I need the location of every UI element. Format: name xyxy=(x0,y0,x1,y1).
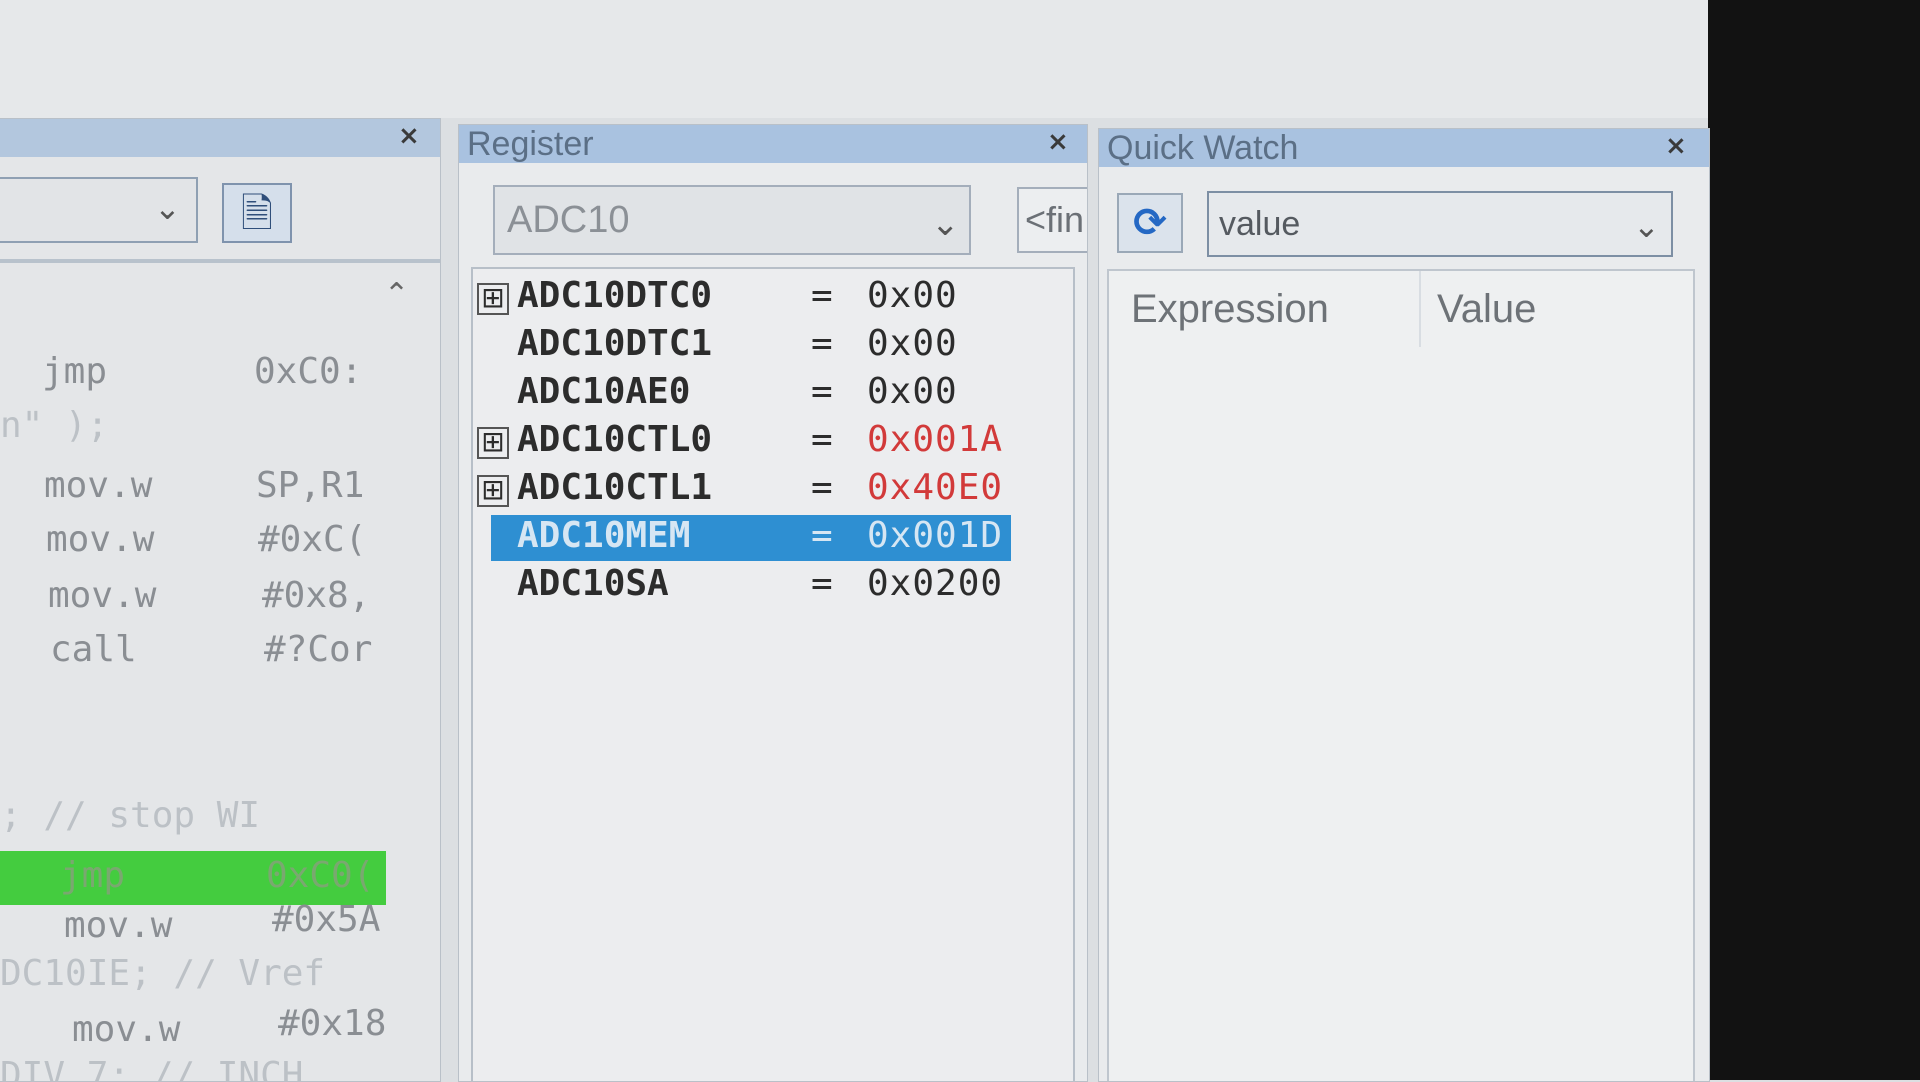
register-equals: = xyxy=(811,563,833,604)
disassembly-location-dropdown[interactable]: ⌄ xyxy=(0,177,198,243)
screen-bezel xyxy=(1708,0,1920,1080)
disasm-comment: n" ); xyxy=(0,405,109,446)
disasm-mnemonic: mov.w xyxy=(64,905,173,946)
register-row[interactable]: ⊞ ADC10CTL1 = 0x40E0 xyxy=(473,467,1073,513)
register-row[interactable]: ADC10AE0 = 0x00 xyxy=(473,371,1073,417)
plus-box-icon[interactable]: ⊞ xyxy=(477,283,509,315)
register-name: ADC10DTC1 xyxy=(517,323,713,364)
disasm-mnemonic: mov.w xyxy=(48,575,157,616)
disasm-operand: 0xC0: xyxy=(254,351,363,392)
register-find-input[interactable]: <fin xyxy=(1017,187,1087,253)
disasm-mnemonic: call xyxy=(50,629,137,670)
quick-watch-expression-input[interactable]: value ⌄ xyxy=(1207,191,1673,257)
register-name: ADC10CTL0 xyxy=(517,419,713,460)
register-value[interactable]: 0x00 xyxy=(867,371,958,412)
disasm-operand: 0xC0( xyxy=(266,855,375,896)
column-divider[interactable] xyxy=(1419,271,1421,347)
plus-box-icon[interactable]: ⊞ xyxy=(477,427,509,459)
disasm-mnemonic: mov.w xyxy=(44,465,153,506)
disasm-operand: #0x5A xyxy=(272,899,381,940)
divider xyxy=(0,259,440,263)
register-equals: = xyxy=(811,515,833,556)
register-list: ⊞ ADC10DTC0 = 0x00 ADC10DTC1 = 0x00 ADC1… xyxy=(471,267,1075,1081)
current-instruction-highlight: jmp 0xC0( xyxy=(0,851,386,905)
register-value[interactable]: 0x0200 xyxy=(867,563,1003,604)
register-name: ADC10MEM xyxy=(517,515,691,556)
disasm-mnemonic: jmp xyxy=(60,855,126,896)
close-icon[interactable]: × xyxy=(398,121,420,151)
register-group-value: ADC10 xyxy=(507,199,630,241)
quick-watch-titlebar: Quick Watch xyxy=(1099,129,1709,167)
register-panel: Register × ADC10 ⌄ <fin ⊞ ADC10DTC0 = 0x… xyxy=(458,124,1088,1082)
disasm-operand: #0xC( xyxy=(258,519,367,560)
register-value[interactable]: 0x40E0 xyxy=(867,467,1003,508)
register-row[interactable]: ⊞ ADC10CTL0 = 0x001A xyxy=(473,419,1073,465)
disasm-operand: #?Cor xyxy=(264,629,373,670)
disassembly-titlebar xyxy=(0,119,440,157)
register-value[interactable]: 0x00 xyxy=(867,323,958,364)
disasm-operand: #0x18 xyxy=(278,1003,387,1044)
register-value[interactable]: 0x001D xyxy=(867,515,1003,556)
quick-watch-header: Expression Value xyxy=(1109,271,1693,347)
register-title: Register xyxy=(467,125,594,163)
disasm-comment: DIV_7; // INCH xyxy=(0,1055,304,1082)
chevron-down-icon: ⌄ xyxy=(931,204,960,244)
close-icon[interactable]: × xyxy=(1047,127,1069,157)
register-row[interactable]: ADC10DTC1 = 0x00 xyxy=(473,323,1073,369)
disasm-comment: DC10IE; // Vref xyxy=(0,953,326,994)
column-header-value[interactable]: Value xyxy=(1437,287,1536,332)
disasm-mnemonic: jmp xyxy=(42,351,108,392)
register-value[interactable]: 0x00 xyxy=(867,275,958,316)
disasm-mnemonic: mov.w xyxy=(72,1009,181,1050)
register-row[interactable]: ⊞ ADC10DTC0 = 0x00 xyxy=(473,275,1073,321)
top-strip xyxy=(0,0,1708,118)
quick-watch-title: Quick Watch xyxy=(1107,129,1299,167)
column-header-expression[interactable]: Expression xyxy=(1131,287,1329,332)
document-icon[interactable]: 🗎 xyxy=(222,183,292,243)
disasm-comment: ; // stop WI xyxy=(0,795,261,836)
register-equals: = xyxy=(811,371,833,412)
register-row[interactable]: ADC10SA = 0x0200 xyxy=(473,563,1073,609)
disasm-operand: SP,R1 xyxy=(256,465,365,506)
register-name: ADC10AE0 xyxy=(517,371,691,412)
register-equals: = xyxy=(811,275,833,316)
register-name: ADC10CTL1 xyxy=(517,467,713,508)
close-icon[interactable]: × xyxy=(1665,131,1687,161)
disasm-operand: #0x8, xyxy=(262,575,371,616)
register-equals: = xyxy=(811,419,833,460)
disassembly-panel: × ⌄ 🗎 ⌃ jmp 0xC0: n" ); mov.w SP,R1 mov.… xyxy=(0,118,441,1082)
quick-watch-grid: Expression Value xyxy=(1107,269,1695,1081)
chevron-down-icon: ⌄ xyxy=(154,189,181,227)
disasm-mnemonic: mov.w xyxy=(46,519,155,560)
chevron-down-icon[interactable]: ⌄ xyxy=(1633,195,1660,257)
register-value[interactable]: 0x001A xyxy=(867,419,1003,460)
quick-watch-panel: Quick Watch × ⟳ value ⌄ Expression Value xyxy=(1098,128,1710,1082)
register-row-selected[interactable]: ADC10MEM = 0x001D xyxy=(473,515,1073,561)
register-equals: = xyxy=(811,467,833,508)
register-equals: = xyxy=(811,323,833,364)
scroll-up-icon[interactable]: ⌃ xyxy=(384,277,409,312)
quick-watch-expression-value: value xyxy=(1219,205,1301,243)
register-group-dropdown[interactable]: ADC10 ⌄ xyxy=(493,185,971,255)
register-titlebar: Register xyxy=(459,125,1087,163)
register-name: ADC10DTC0 xyxy=(517,275,713,316)
refresh-icon[interactable]: ⟳ xyxy=(1117,193,1183,253)
register-name: ADC10SA xyxy=(517,563,669,604)
plus-box-icon[interactable]: ⊞ xyxy=(477,475,509,507)
